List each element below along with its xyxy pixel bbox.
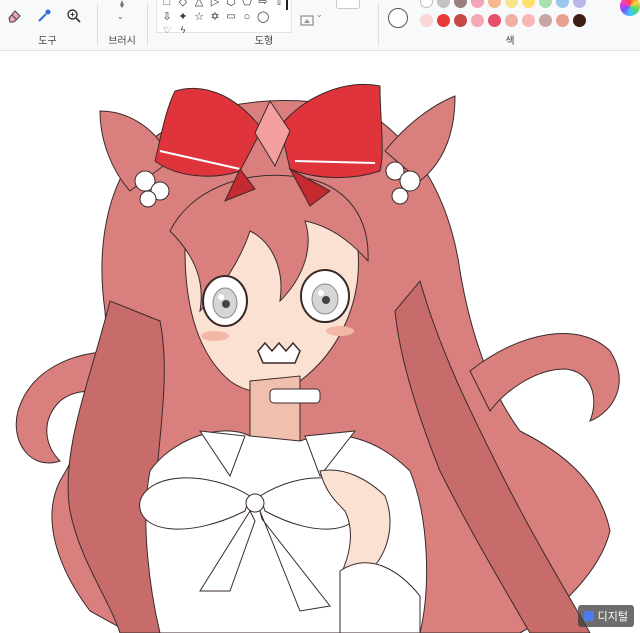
star-shape-icon[interactable]: ☆ bbox=[193, 11, 205, 23]
watermark-logo-icon bbox=[583, 611, 594, 621]
color-swatch[interactable] bbox=[454, 0, 467, 8]
brushes-group: ⌄ 브러시 bbox=[99, 0, 145, 50]
six-point-star-shape-icon[interactable]: ✡ bbox=[209, 11, 221, 23]
watermark-badge: 디지털 bbox=[577, 605, 634, 627]
shapes-scrollbar[interactable] bbox=[286, 0, 288, 10]
group-divider bbox=[378, 4, 379, 46]
shapes-group-label: 도형 bbox=[254, 36, 274, 47]
shapes-gallery[interactable]: □ ◇ △ ▷ ⬡ ⬠ ⇨ ⇧ ⇩ ✦ ☆ ✡ ▭ ○ ◯ ♡ ϟ bbox=[156, 0, 292, 35]
shape-fill-icon[interactable] bbox=[298, 10, 318, 30]
four-point-star-shape-icon[interactable]: ✦ bbox=[177, 11, 189, 23]
color-swatch[interactable] bbox=[573, 14, 586, 27]
watermark-text: 디지털 bbox=[597, 611, 628, 623]
color-swatch[interactable] bbox=[522, 14, 535, 27]
group-divider bbox=[97, 4, 98, 46]
color-palette bbox=[420, 0, 620, 36]
brushes-group-label: 브러시 bbox=[108, 36, 136, 47]
color-wheel-icon[interactable] bbox=[620, 0, 640, 16]
arrow-down-shape-icon[interactable]: ⇩ bbox=[161, 11, 173, 23]
color-swatch[interactable] bbox=[471, 14, 484, 27]
shape-outline-button[interactable] bbox=[336, 0, 360, 9]
arrow-right-shape-icon[interactable]: ⇨ bbox=[257, 0, 269, 8]
color-swatch[interactable] bbox=[505, 0, 518, 8]
color-swatch[interactable] bbox=[488, 14, 501, 27]
arrow-up-shape-icon[interactable]: ⇧ bbox=[273, 0, 285, 8]
brush-dropdown-chevron-icon[interactable]: ⌄ bbox=[117, 12, 124, 21]
callout-cloud-shape-icon[interactable]: ◯ bbox=[257, 11, 269, 23]
choker bbox=[269, 388, 321, 404]
triangle-shape-icon[interactable]: △ bbox=[193, 0, 205, 8]
current-color-swatch[interactable] bbox=[388, 8, 408, 28]
color-swatch[interactable] bbox=[471, 0, 484, 8]
anime-girl-illustration bbox=[15, 83, 620, 633]
color-swatch[interactable] bbox=[437, 14, 450, 27]
color-swatch[interactable] bbox=[420, 14, 433, 27]
drawing-canvas[interactable]: 디지털 bbox=[0, 51, 640, 633]
color-swatch[interactable] bbox=[437, 0, 450, 8]
right-triangle-shape-icon[interactable]: ▷ bbox=[209, 0, 221, 8]
color-swatch[interactable] bbox=[488, 0, 501, 8]
pentagon-shape-icon[interactable]: ⬠ bbox=[241, 0, 253, 8]
rectangle-shape-icon[interactable]: □ bbox=[161, 0, 173, 8]
color-picker-icon[interactable] bbox=[34, 6, 54, 26]
left-blush bbox=[201, 331, 229, 341]
right-blush bbox=[326, 326, 354, 336]
tools-group: 도구 bbox=[0, 0, 95, 50]
left-eye bbox=[202, 275, 248, 327]
callout-rect-shape-icon[interactable]: ▭ bbox=[225, 11, 237, 23]
color-swatch[interactable] bbox=[539, 0, 552, 8]
callout-oval-shape-icon[interactable]: ○ bbox=[241, 11, 253, 23]
tools-group-label: 도구 bbox=[38, 36, 57, 47]
magnifier-icon[interactable] bbox=[64, 6, 84, 26]
color-swatch[interactable] bbox=[522, 0, 535, 8]
color-swatch[interactable] bbox=[556, 14, 569, 27]
mouth bbox=[257, 341, 301, 364]
colors-group-label: 색 bbox=[505, 36, 515, 47]
color-swatch[interactable] bbox=[420, 0, 433, 8]
shape-fill-chevron-icon[interactable]: ⌄ bbox=[316, 10, 323, 19]
right-hair-curl bbox=[469, 333, 620, 422]
color-swatch[interactable] bbox=[539, 14, 552, 27]
diamond-shape-icon[interactable]: ◇ bbox=[177, 0, 189, 8]
group-divider bbox=[147, 4, 148, 46]
color-swatch[interactable] bbox=[505, 14, 518, 27]
ribbon-toolbar: 도구 ⌄ 브러시 □ ◇ △ ▷ ⬡ ⬠ ⇨ ⇧ ⇩ ✦ ☆ ✡ ▭ ○ ◯ ♡… bbox=[0, 0, 640, 51]
color-swatch[interactable] bbox=[556, 0, 569, 8]
color-swatch[interactable] bbox=[454, 14, 467, 27]
colors-group: 색 bbox=[380, 0, 640, 50]
color-swatch[interactable] bbox=[573, 0, 586, 8]
hexagon-shape-icon[interactable]: ⬡ bbox=[225, 0, 237, 8]
neck bbox=[249, 375, 301, 442]
shapes-group: □ ◇ △ ▷ ⬡ ⬠ ⇨ ⇧ ⇩ ✦ ☆ ✡ ▭ ○ ◯ ♡ ϟ ⌄ 도형 bbox=[150, 0, 378, 50]
eraser-icon[interactable] bbox=[4, 6, 24, 26]
right-eye bbox=[300, 269, 350, 323]
